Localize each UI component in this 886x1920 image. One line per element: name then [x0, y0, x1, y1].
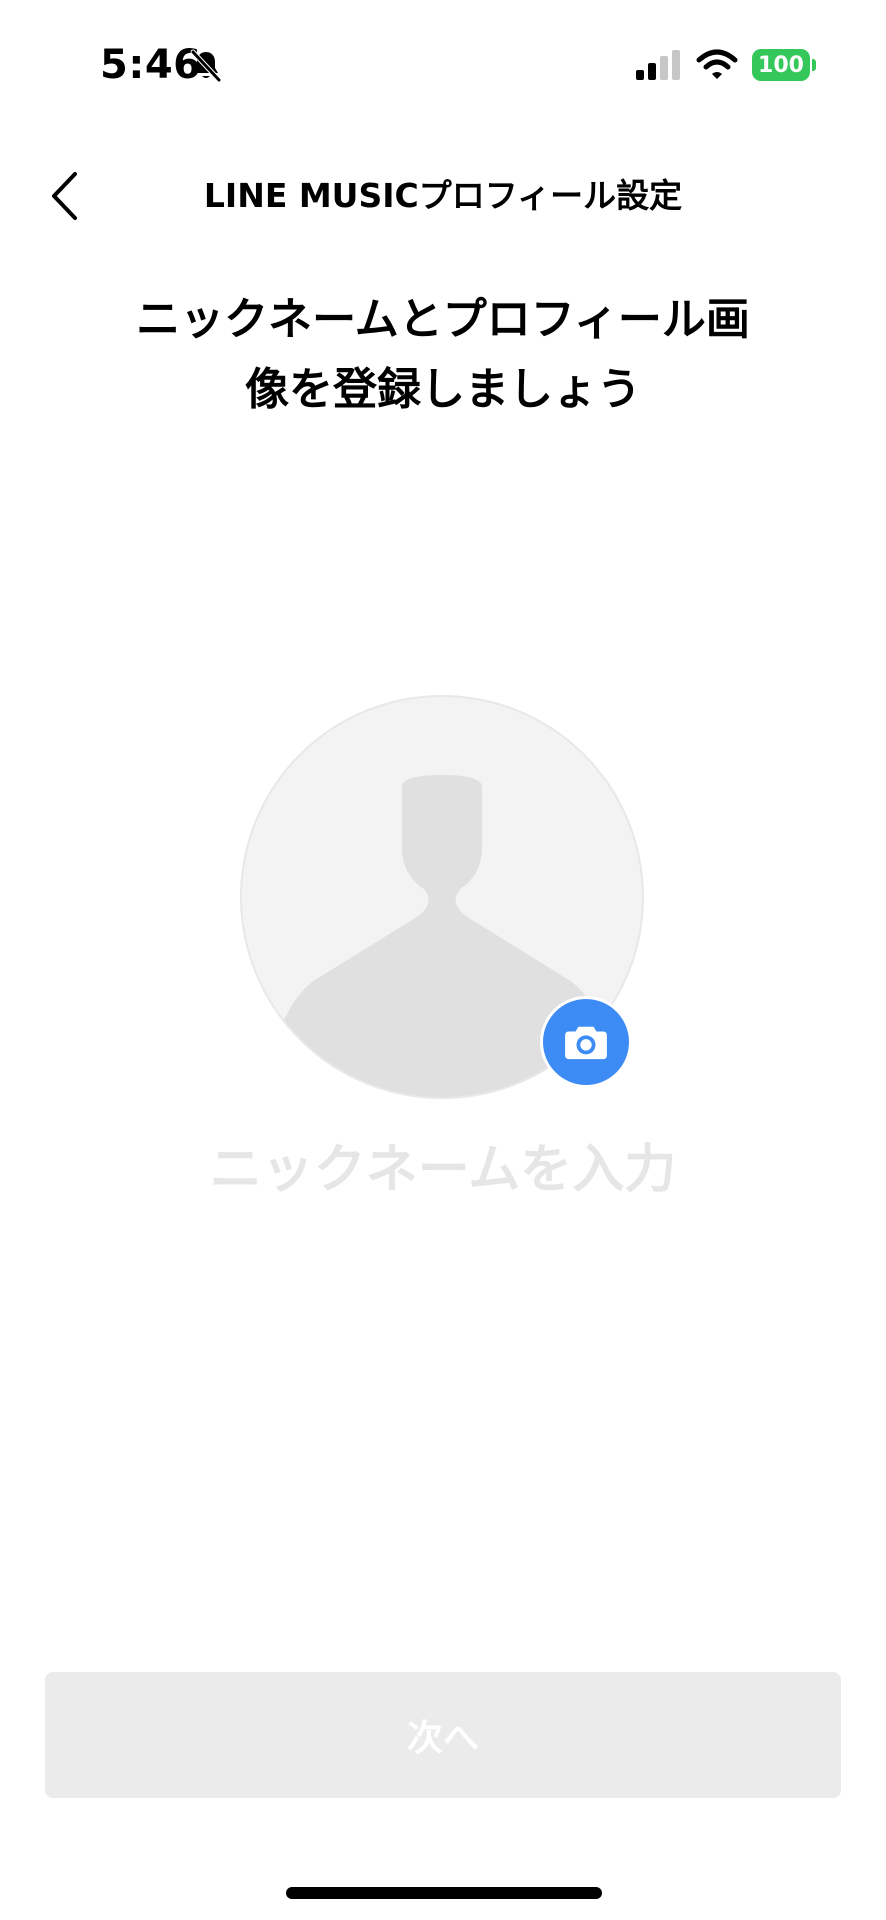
cellular-signal-icon: [636, 50, 682, 82]
instruction-heading: ニックネームとプロフィール画 像を登録しましょう: [100, 285, 786, 425]
home-indicator: [286, 1887, 602, 1899]
instruction-heading-line2: 像を登録しましょう: [245, 364, 641, 415]
bell-slash-icon: [188, 48, 224, 84]
change-photo-button[interactable]: [540, 996, 632, 1088]
page-title: LINE MUSICプロフィール設定: [203, 176, 683, 215]
status-time: 5:46: [100, 42, 202, 88]
battery-indicator: 100: [752, 49, 810, 81]
nickname-input[interactable]: [143, 1130, 743, 1210]
wifi-icon: [696, 48, 738, 82]
camera-icon: [565, 1026, 607, 1060]
battery-tip: [812, 59, 816, 71]
instruction-heading-line1: ニックネームとプロフィール画: [136, 294, 750, 345]
next-button[interactable]: 次へ: [45, 1672, 841, 1798]
